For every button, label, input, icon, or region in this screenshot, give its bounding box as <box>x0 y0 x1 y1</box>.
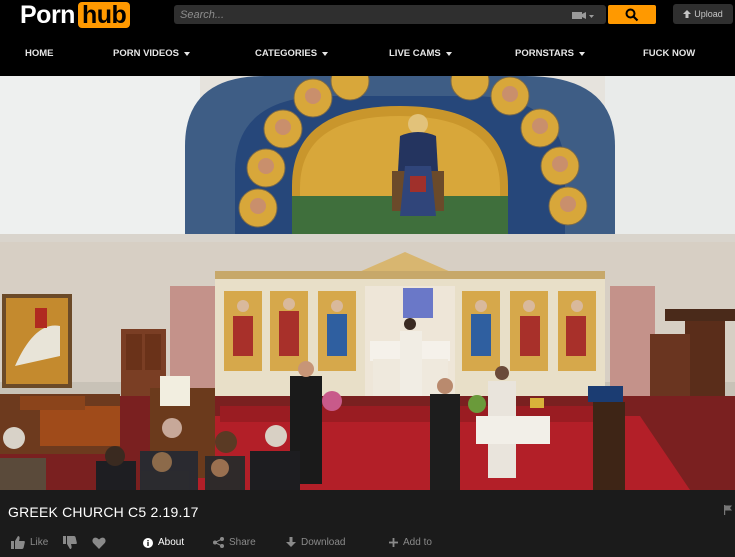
nav-label: PORNSTARS <box>515 48 574 59</box>
upload-label: Upload <box>694 9 723 19</box>
top-bar: Porn hub Upload <box>0 0 735 36</box>
nav-label: CATEGORIES <box>255 48 318 59</box>
about-label: About <box>158 537 185 548</box>
nav-item-porn-videos[interactable]: PORN VIDEOS <box>113 36 190 71</box>
download-tab[interactable]: Download <box>286 528 345 557</box>
video-frame-church-interior <box>0 76 735 490</box>
video-title: GREEK CHURCH C5 2.19.17 <box>8 504 199 520</box>
camera-icon <box>572 12 594 19</box>
chevron-down-icon <box>322 51 329 56</box>
nav-item-categories[interactable]: CATEGORIES <box>255 36 329 71</box>
search-button[interactable] <box>608 5 656 24</box>
nav-label: LIVE CAMS <box>389 48 441 59</box>
video-player[interactable] <box>0 76 735 490</box>
site-logo[interactable]: Porn hub <box>20 0 131 30</box>
chevron-down-icon <box>578 51 585 56</box>
add-to-tab[interactable]: Add to <box>389 528 432 557</box>
dislike-button[interactable] <box>63 528 77 557</box>
search-input[interactable] <box>174 5 554 24</box>
share-tab[interactable]: Share <box>213 528 256 557</box>
nav-item-pornstars[interactable]: PORNSTARS <box>515 36 585 71</box>
chevron-down-icon <box>445 51 452 56</box>
video-actions: Like About Share Download Add to <box>0 528 735 557</box>
upload-button[interactable]: Upload <box>673 4 733 24</box>
chevron-down-icon <box>184 51 190 56</box>
nav-item-live-cams[interactable]: LIVE CAMS <box>389 36 452 71</box>
upload-arrow-icon <box>683 9 692 18</box>
like-button[interactable]: Like <box>11 528 48 557</box>
video-filter-dropdown[interactable] <box>571 9 601 21</box>
search-box <box>174 5 606 24</box>
download-label: Download <box>301 537 346 548</box>
favorite-button[interactable] <box>92 528 106 557</box>
thumbs-up-icon <box>11 536 25 549</box>
nav-label: PORN VIDEOS <box>113 48 179 59</box>
flag-icon[interactable] <box>724 505 732 515</box>
info-icon <box>143 537 153 548</box>
heart-icon <box>92 537 106 549</box>
share-label: Share <box>229 537 256 548</box>
nav-label: HOME <box>25 48 54 59</box>
logo-text-part2: hub <box>77 2 131 28</box>
nav-item-home[interactable]: HOME <box>25 36 54 71</box>
thumbs-down-icon <box>63 536 77 549</box>
logo-text-part1: Porn <box>20 0 75 29</box>
nav-item-fuck-now[interactable]: FUCK NOW <box>643 36 695 71</box>
plus-icon <box>389 538 398 547</box>
share-icon <box>213 537 224 548</box>
nav-label: FUCK NOW <box>643 48 696 59</box>
main-nav: HOME PORN VIDEOS CATEGORIES LIVE CAMS PO… <box>0 36 735 71</box>
add-to-label: Add to <box>403 537 432 548</box>
download-icon <box>286 537 296 547</box>
about-tab[interactable]: About <box>143 528 184 557</box>
like-label: Like <box>30 537 49 548</box>
search-icon <box>625 8 639 21</box>
